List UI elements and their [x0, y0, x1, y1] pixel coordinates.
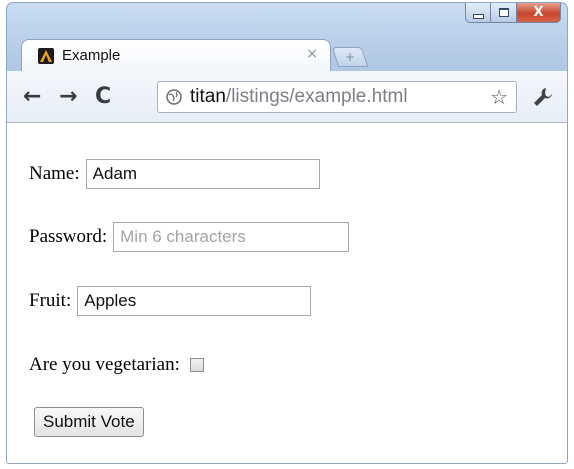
tab-example[interactable]: Example × [21, 39, 331, 71]
new-tab-button[interactable]: + [331, 47, 369, 67]
maximize-icon [498, 8, 509, 17]
fruit-label: Fruit: [29, 290, 72, 311]
bookmark-star-icon[interactable]: ☆ [490, 85, 508, 109]
url-text: titan/listings/example.html [190, 86, 408, 108]
browser-toolbar: ← → C titan/listings/example.html ☆ [7, 71, 567, 123]
minimize-icon [472, 13, 484, 19]
url-host: titan [190, 86, 226, 107]
reload-button[interactable]: C [95, 85, 111, 109]
page-content: Name: Password: Fruit: Are you vegetaria… [7, 123, 567, 463]
name-input[interactable] [85, 159, 320, 189]
password-label: Password: [29, 226, 108, 247]
vegetarian-checkbox[interactable] [189, 358, 204, 372]
wrench-icon[interactable] [531, 85, 555, 109]
browser-window: X Example × + ← → C titan/listings/examp… [6, 2, 568, 464]
minimize-button[interactable] [465, 3, 491, 23]
forward-button[interactable]: → [59, 85, 77, 109]
url-path: /listings/example.html [225, 86, 408, 107]
tab-close-icon[interactable]: × [306, 46, 318, 62]
name-label: Name: [29, 163, 80, 184]
close-window-button[interactable]: X [517, 3, 561, 23]
globe-icon [166, 89, 182, 105]
close-icon: X [533, 5, 544, 20]
submit-vote-button[interactable]: Submit Vote [34, 407, 144, 437]
fruit-row: Fruit: [29, 286, 312, 316]
vegetarian-row: Are you vegetarian: [29, 354, 204, 376]
plus-icon: + [344, 50, 356, 64]
fruit-input[interactable] [77, 286, 312, 316]
favicon-icon [38, 48, 54, 64]
window-controls: X [465, 3, 561, 25]
maximize-button[interactable] [491, 3, 517, 23]
password-input[interactable] [113, 222, 350, 252]
password-row: Password: [29, 222, 350, 252]
name-row: Name: [29, 159, 320, 189]
address-bar[interactable]: titan/listings/example.html ☆ [157, 81, 517, 113]
tab-title: Example [62, 47, 121, 64]
vegetarian-label: Are you vegetarian: [29, 354, 180, 375]
back-button[interactable]: ← [23, 85, 41, 109]
